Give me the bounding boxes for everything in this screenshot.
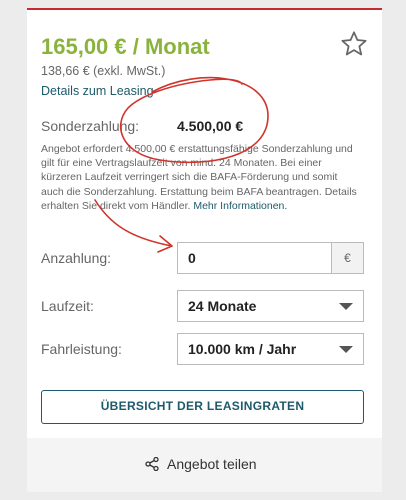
mileage-value: 10.000 km / Jahr [188, 341, 297, 357]
mileage-select[interactable]: 10.000 km / Jahr [177, 333, 364, 365]
more-info-link[interactable]: Mehr Informationen. [193, 200, 287, 212]
special-payment-label: Sonderzahlung: [41, 118, 140, 134]
star-outline-icon[interactable] [340, 30, 368, 58]
duration-label: Laufzeit: [41, 298, 94, 314]
duration-select[interactable]: 24 Monate [177, 290, 364, 322]
share-icon [145, 457, 159, 471]
net-price: 138,66 € (exkl. MwSt.) [41, 64, 166, 78]
leasing-offer-card: 165,00 € / Monat 138,66 € (exkl. MwSt.) … [27, 8, 382, 438]
leasing-rates-overview-button[interactable]: ÜBERSICHT DER LEASINGRATEN [41, 390, 364, 424]
share-label: Angebot teilen [167, 456, 257, 472]
down-payment-input[interactable]: 0 [177, 242, 332, 274]
monthly-price: 165,00 € / Monat [41, 34, 210, 59]
mileage-label: Fahrleistung: [41, 341, 122, 357]
share-footer: Angebot teilen [27, 438, 382, 492]
down-payment-label: Anzahlung: [41, 250, 112, 266]
special-payment-info: Angebot erfordert 4.500,00 € erstattungs… [41, 142, 363, 213]
details-leasing-link[interactable]: Details zum Leasing [41, 84, 154, 98]
currency-unit: € [331, 242, 364, 274]
special-payment-value: 4.500,00 € [177, 118, 244, 134]
share-offer-button[interactable]: Angebot teilen [145, 456, 257, 472]
chevron-down-icon [339, 303, 353, 310]
chevron-down-icon [339, 346, 353, 353]
duration-value: 24 Monate [188, 298, 257, 314]
